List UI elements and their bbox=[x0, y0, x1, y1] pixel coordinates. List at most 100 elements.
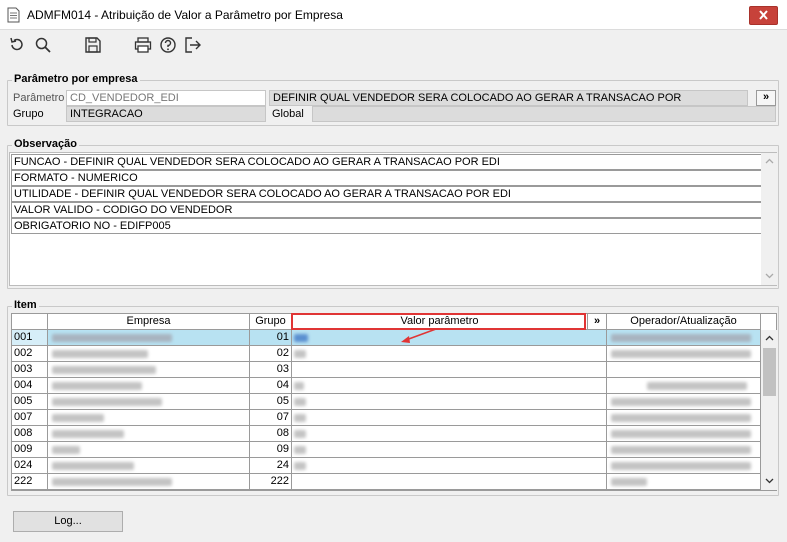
search-icon[interactable] bbox=[34, 36, 52, 54]
table-row[interactable]: 004 04 bbox=[12, 378, 761, 394]
row-valor[interactable] bbox=[292, 442, 607, 458]
scroll-down-icon[interactable] bbox=[765, 271, 774, 280]
row-valor[interactable] bbox=[292, 474, 607, 490]
row-code: 008 bbox=[12, 426, 48, 442]
table-row[interactable]: 003 03 bbox=[12, 362, 761, 378]
item-group-title: Item bbox=[12, 299, 39, 311]
close-button[interactable] bbox=[749, 6, 778, 25]
row-grupo: 04 bbox=[250, 378, 292, 394]
row-grupo: 05 bbox=[250, 394, 292, 410]
table-row[interactable]: 005 05 bbox=[12, 394, 761, 410]
row-empresa bbox=[48, 410, 250, 426]
row-valor[interactable] bbox=[292, 346, 607, 362]
scrollbar-thumb[interactable] bbox=[763, 348, 776, 396]
row-code: 002 bbox=[12, 346, 48, 362]
item-grid-scrollbar[interactable] bbox=[761, 330, 778, 490]
row-grupo: 24 bbox=[250, 458, 292, 474]
global-label: Global bbox=[272, 108, 304, 120]
help-icon[interactable] bbox=[159, 36, 177, 54]
scroll-up-icon[interactable] bbox=[765, 334, 774, 343]
observacao-textarea[interactable]: FUNCAO - DEFINIR QUAL VENDEDOR SERA COLO… bbox=[9, 152, 778, 286]
grid-header-grupo[interactable]: Grupo bbox=[250, 314, 292, 330]
observacao-line: UTILIDADE - DEFINIR QUAL VENDEDOR SERA C… bbox=[11, 186, 762, 202]
table-row[interactable]: 024 24 bbox=[12, 458, 761, 474]
grid-header-code bbox=[12, 314, 48, 330]
annotation-arrow-icon bbox=[401, 328, 437, 343]
row-code: 009 bbox=[12, 442, 48, 458]
row-empresa bbox=[48, 458, 250, 474]
row-code: 222 bbox=[12, 474, 48, 490]
table-row[interactable]: 001 01 bbox=[12, 330, 761, 346]
row-grupo: 09 bbox=[250, 442, 292, 458]
parametro-field[interactable]: CD_VENDEDOR_EDI bbox=[66, 90, 266, 106]
row-code: 003 bbox=[12, 362, 48, 378]
row-operador bbox=[607, 458, 761, 474]
row-empresa bbox=[48, 362, 250, 378]
row-operador bbox=[607, 410, 761, 426]
observacao-line: VALOR VALIDO - CODIGO DO VENDEDOR bbox=[11, 202, 762, 218]
row-valor[interactable] bbox=[292, 378, 607, 394]
refresh-icon[interactable] bbox=[8, 36, 26, 54]
row-grupo: 222 bbox=[250, 474, 292, 490]
parametro-label: Parâmetro bbox=[13, 92, 65, 104]
toolbar bbox=[0, 31, 787, 59]
table-row[interactable]: 007 07 bbox=[12, 410, 761, 426]
row-valor[interactable] bbox=[292, 394, 607, 410]
row-empresa bbox=[48, 426, 250, 442]
print-icon[interactable] bbox=[134, 36, 152, 54]
save-icon[interactable] bbox=[84, 36, 102, 54]
global-field bbox=[312, 106, 776, 122]
scroll-up-icon[interactable] bbox=[765, 157, 774, 166]
row-grupo: 02 bbox=[250, 346, 292, 362]
grid-header-empresa[interactable]: Empresa bbox=[48, 314, 250, 330]
row-code: 007 bbox=[12, 410, 48, 426]
client-area: Parâmetro por empresa Parâmetro CD_VENDE… bbox=[1, 59, 786, 542]
row-valor[interactable] bbox=[292, 410, 607, 426]
observacao-line: OBRIGATORIO NO - EDIFP005 bbox=[11, 218, 762, 234]
row-empresa bbox=[48, 346, 250, 362]
table-row[interactable]: 008 08 bbox=[12, 426, 761, 442]
row-empresa bbox=[48, 394, 250, 410]
grid-header-more-button[interactable]: » bbox=[588, 314, 607, 330]
log-button[interactable]: Log... bbox=[13, 511, 123, 532]
scroll-down-icon[interactable] bbox=[765, 476, 774, 485]
row-empresa bbox=[48, 330, 250, 346]
document-icon bbox=[7, 7, 20, 23]
row-valor[interactable] bbox=[292, 426, 607, 442]
grid-header-operador[interactable]: Operador/Atualização bbox=[607, 314, 761, 330]
row-code: 005 bbox=[12, 394, 48, 410]
grupo-label: Grupo bbox=[13, 108, 44, 120]
row-valor[interactable] bbox=[292, 458, 607, 474]
observacao-line: FORMATO - NUMERICO bbox=[11, 170, 762, 186]
row-operador bbox=[607, 362, 761, 378]
row-operador bbox=[607, 346, 761, 362]
table-row[interactable]: 222 222 bbox=[12, 474, 761, 490]
row-empresa bbox=[48, 378, 250, 394]
row-operador bbox=[607, 378, 761, 394]
exit-icon[interactable] bbox=[184, 36, 202, 54]
observacao-scrollbar[interactable] bbox=[761, 153, 778, 285]
item-grid[interactable]: Empresa Grupo Valor parâmetro » Operador… bbox=[11, 313, 778, 491]
row-grupo: 03 bbox=[250, 362, 292, 378]
row-operador bbox=[607, 442, 761, 458]
row-code: 004 bbox=[12, 378, 48, 394]
table-row[interactable]: 009 09 bbox=[12, 442, 761, 458]
row-valor[interactable] bbox=[292, 330, 607, 346]
observacao-line: FUNCAO - DEFINIR QUAL VENDEDOR SERA COLO… bbox=[11, 154, 762, 170]
parametro-group-title: Parâmetro por empresa bbox=[12, 73, 140, 85]
row-operador bbox=[607, 394, 761, 410]
close-icon bbox=[759, 10, 768, 20]
row-valor[interactable] bbox=[292, 362, 607, 378]
row-operador bbox=[607, 426, 761, 442]
row-code: 001 bbox=[12, 330, 48, 346]
row-code: 024 bbox=[12, 458, 48, 474]
title-bar: ADMFM014 - Atribuição de Valor a Parâmet… bbox=[0, 0, 787, 30]
row-grupo: 01 bbox=[250, 330, 292, 346]
row-empresa bbox=[48, 474, 250, 490]
row-grupo: 08 bbox=[250, 426, 292, 442]
row-operador bbox=[607, 474, 761, 490]
table-row[interactable]: 002 02 bbox=[12, 346, 761, 362]
observacao-group-title: Observação bbox=[12, 138, 79, 150]
grupo-field: INTEGRACAO bbox=[66, 106, 266, 122]
parametro-more-button[interactable]: » bbox=[756, 90, 776, 106]
